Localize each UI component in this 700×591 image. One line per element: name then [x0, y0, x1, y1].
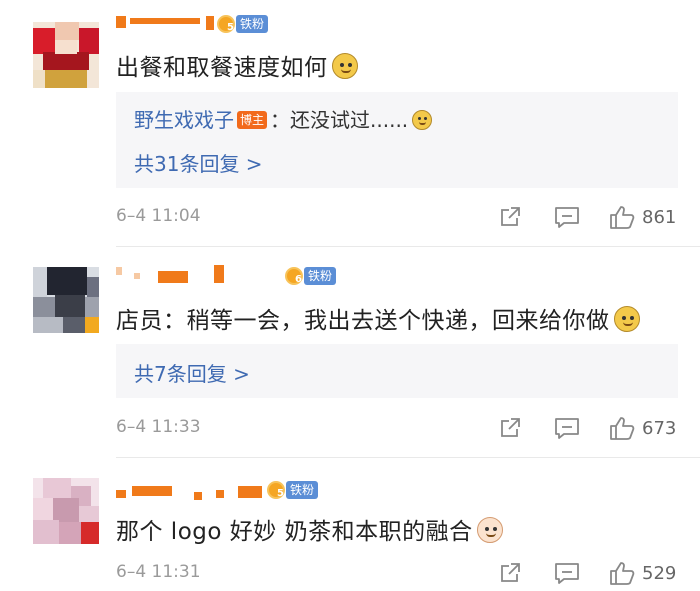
- comment-button[interactable]: [554, 558, 580, 588]
- reply-preview: 野生戏戏子 博主 ：还没试过......: [134, 104, 433, 133]
- timestamp: 6–4 11:31: [116, 562, 201, 582]
- share-button[interactable]: [498, 413, 522, 443]
- like-button[interactable]: 529: [608, 558, 676, 588]
- host-tag: 博主: [237, 111, 268, 129]
- doge-emoji: [412, 110, 433, 130]
- like-icon: [610, 417, 635, 440]
- comment-meta: 6–4 11:33 673: [116, 413, 678, 443]
- share-icon: [501, 563, 520, 582]
- share-icon: [501, 418, 520, 437]
- comment-icon: [555, 563, 579, 584]
- fan-badge[interactable]: 6 铁粉: [284, 265, 337, 287]
- fan-badge[interactable]: 5 铁粉: [216, 13, 269, 35]
- reply-box[interactable]: 共7条回复 >: [116, 344, 678, 398]
- fan-badge-label: 铁粉: [236, 15, 269, 33]
- share-button[interactable]: [498, 558, 522, 588]
- doge-emoji: [331, 53, 358, 79]
- like-icon: [610, 206, 635, 229]
- fan-badge-label: 铁粉: [286, 481, 319, 499]
- fan-badge[interactable]: 5 铁粉: [266, 479, 319, 501]
- comment-item: 5 铁粉 那个 logo 好妙 奶茶和本职的融合 6–4 11:31 529: [0, 458, 700, 591]
- comment-icon: [555, 418, 579, 439]
- username-redacted[interactable]: [116, 14, 216, 38]
- avatar[interactable]: [33, 478, 99, 544]
- like-button[interactable]: 861: [608, 202, 676, 232]
- timestamp: 6–4 11:33: [116, 417, 201, 437]
- avatar[interactable]: [33, 22, 99, 88]
- share-button[interactable]: [498, 202, 522, 232]
- like-count: 861: [642, 206, 677, 228]
- reply-box[interactable]: 野生戏戏子 博主 ：还没试过...... 共31条回复 >: [116, 92, 678, 188]
- fan-medal-icon: 5: [216, 13, 238, 35]
- fan-medal-icon: 5: [266, 479, 288, 501]
- smile-emoji: [476, 517, 503, 543]
- comment-text: 那个 logo 好妙 奶茶和本职的融合: [116, 512, 503, 546]
- fan-medal-icon: 6: [284, 265, 306, 287]
- avatar[interactable]: [33, 267, 99, 333]
- comment-button[interactable]: [554, 413, 580, 443]
- like-button[interactable]: 673: [608, 413, 676, 443]
- comment-item: 5 铁粉 出餐和取餐速度如何 野生戏戏子 博主 ：还没试过...... 共31条回复…: [0, 0, 700, 240]
- view-replies-link[interactable]: 共31条回复 >: [134, 148, 263, 177]
- share-icon: [501, 207, 520, 226]
- comment-item: 6 铁粉 店员：稍等一会，我出去送个快递，回来给你做 共7条回复 > 6–4 1…: [0, 247, 700, 457]
- like-count: 529: [642, 562, 677, 584]
- reply-text: ：还没试过......: [270, 108, 409, 132]
- comment-text: 店员：稍等一会，我出去送个快递，回来给你做: [116, 301, 640, 335]
- comment-text: 出餐和取餐速度如何: [116, 48, 358, 82]
- comment-meta: 6–4 11:31 529: [116, 558, 678, 588]
- username-redacted[interactable]: [116, 263, 256, 287]
- comment-meta: 6–4 11:04 861: [116, 202, 678, 232]
- username-redacted[interactable]: [116, 480, 266, 504]
- view-replies-link[interactable]: 共7条回复 >: [134, 358, 250, 387]
- like-icon: [610, 562, 635, 585]
- timestamp: 6–4 11:04: [116, 206, 201, 226]
- fan-badge-label: 铁粉: [304, 267, 337, 285]
- doge-emoji: [613, 306, 640, 332]
- comment-button[interactable]: [554, 202, 580, 232]
- comment-icon: [555, 207, 579, 228]
- like-count: 673: [642, 417, 677, 439]
- reply-author[interactable]: 野生戏戏子: [134, 108, 234, 132]
